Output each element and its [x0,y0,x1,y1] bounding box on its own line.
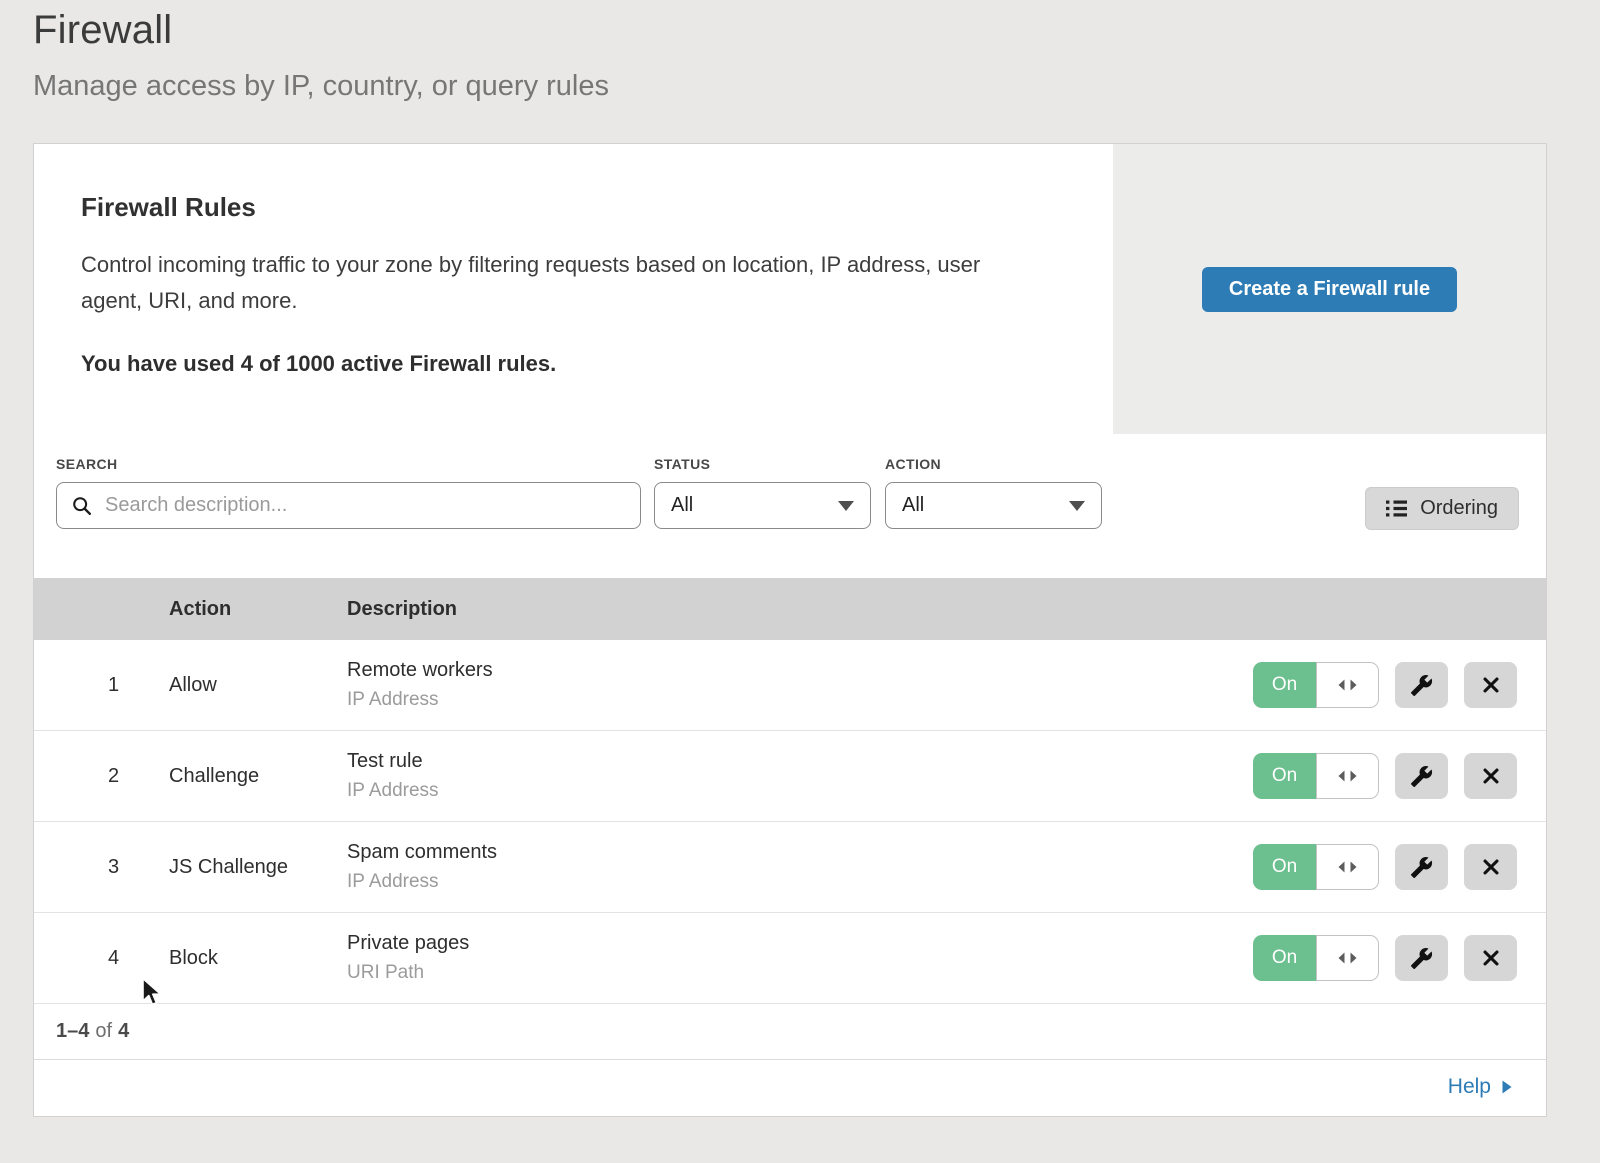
toggle-arrows-icon [1316,662,1379,708]
panel-footer: Help [34,1059,1546,1114]
ordering-button[interactable]: Ordering [1365,487,1519,530]
table-row: 2 Challenge Test rule IP Address On [34,731,1546,822]
create-rule-area: Create a Firewall rule [1113,144,1546,434]
rule-action: Block [169,947,347,970]
search-input-wrapper [56,482,641,529]
chevron-down-icon [838,501,854,511]
close-icon [1480,947,1502,969]
ordered-list-icon [1386,499,1407,518]
row-controls: On [1253,662,1517,708]
pagination-of-label: of [95,1020,112,1043]
rule-action: Challenge [169,765,347,788]
toggle-arrows-icon [1316,935,1379,981]
edit-rule-button[interactable] [1395,753,1448,799]
firewall-rules-card: Firewall Rules Control incoming traffic … [34,144,1546,434]
status-select[interactable]: All [654,482,871,529]
table-row: 3 JS Challenge Spam comments IP Address … [34,822,1546,913]
toggle-on-label: On [1253,753,1316,799]
action-label: ACTION [885,456,1102,472]
rule-number: 4 [34,947,169,970]
search-icon [71,495,93,517]
action-column-header: Action [169,598,347,621]
action-select[interactable]: All [885,482,1102,529]
wrench-icon [1410,765,1433,788]
delete-rule-button[interactable] [1464,844,1517,890]
edit-rule-button[interactable] [1395,935,1448,981]
table-row: 4 Block Private pages URI Path On [34,913,1546,1004]
page-title: Firewall [33,8,609,53]
toggle-on-label: On [1253,662,1316,708]
wrench-icon [1410,947,1433,970]
delete-rule-button[interactable] [1464,753,1517,799]
row-controls: On [1253,753,1517,799]
close-icon [1480,856,1502,878]
table-header: Action Description [34,578,1546,640]
toggle-arrows-icon [1316,844,1379,890]
rule-enabled-toggle[interactable]: On [1253,844,1379,890]
table-row: 1 Allow Remote workers IP Address On [34,640,1546,731]
rule-number: 3 [34,856,169,879]
filter-bar: SEARCH STATUS All ACTION All [34,434,1546,578]
search-input[interactable] [103,493,640,518]
firewall-panel: Firewall Rules Control incoming traffic … [33,143,1547,1117]
help-link-label: Help [1448,1075,1491,1099]
rule-number: 2 [34,765,169,788]
edit-rule-button[interactable] [1395,662,1448,708]
status-label: STATUS [654,456,871,472]
action-field: ACTION All [885,456,1102,529]
status-field: STATUS All [654,456,871,529]
help-link[interactable]: Help [1448,1075,1513,1099]
rule-enabled-toggle[interactable]: On [1253,753,1379,799]
close-icon [1480,765,1502,787]
delete-rule-button[interactable] [1464,935,1517,981]
rule-action: Allow [169,674,347,697]
wrench-icon [1410,856,1433,879]
page-header: Firewall Manage access by IP, country, o… [33,8,609,103]
chevron-down-icon [1069,501,1085,511]
search-label: SEARCH [56,456,641,472]
rule-number: 1 [34,674,169,697]
search-field: SEARCH [56,456,641,529]
wrench-icon [1410,674,1433,697]
create-firewall-rule-button[interactable]: Create a Firewall rule [1202,267,1457,312]
description-column-header: Description [347,598,1546,621]
rule-enabled-toggle[interactable]: On [1253,935,1379,981]
card-title: Firewall Rules [81,192,1113,223]
toggle-on-label: On [1253,844,1316,890]
row-controls: On [1253,935,1517,981]
firewall-rules-info: Firewall Rules Control incoming traffic … [34,144,1113,377]
page-subtitle: Manage access by IP, country, or query r… [33,70,609,103]
rule-enabled-toggle[interactable]: On [1253,662,1379,708]
delete-rule-button[interactable] [1464,662,1517,708]
triangle-right-icon [1500,1079,1513,1095]
status-selected-value: All [671,494,693,517]
pagination: 1–4 of 4 [34,1004,1546,1059]
rule-action: JS Challenge [169,856,347,879]
ordering-button-label: Ordering [1420,497,1498,520]
card-description: Control incoming traffic to your zone by… [81,247,1031,319]
close-icon [1480,674,1502,696]
pagination-range: 1–4 [56,1020,89,1043]
row-controls: On [1253,844,1517,890]
action-selected-value: All [902,494,924,517]
pagination-total: 4 [118,1020,129,1043]
edit-rule-button[interactable] [1395,844,1448,890]
rules-usage-text: You have used 4 of 1000 active Firewall … [81,351,1113,377]
toggle-on-label: On [1253,935,1316,981]
toggle-arrows-icon [1316,753,1379,799]
